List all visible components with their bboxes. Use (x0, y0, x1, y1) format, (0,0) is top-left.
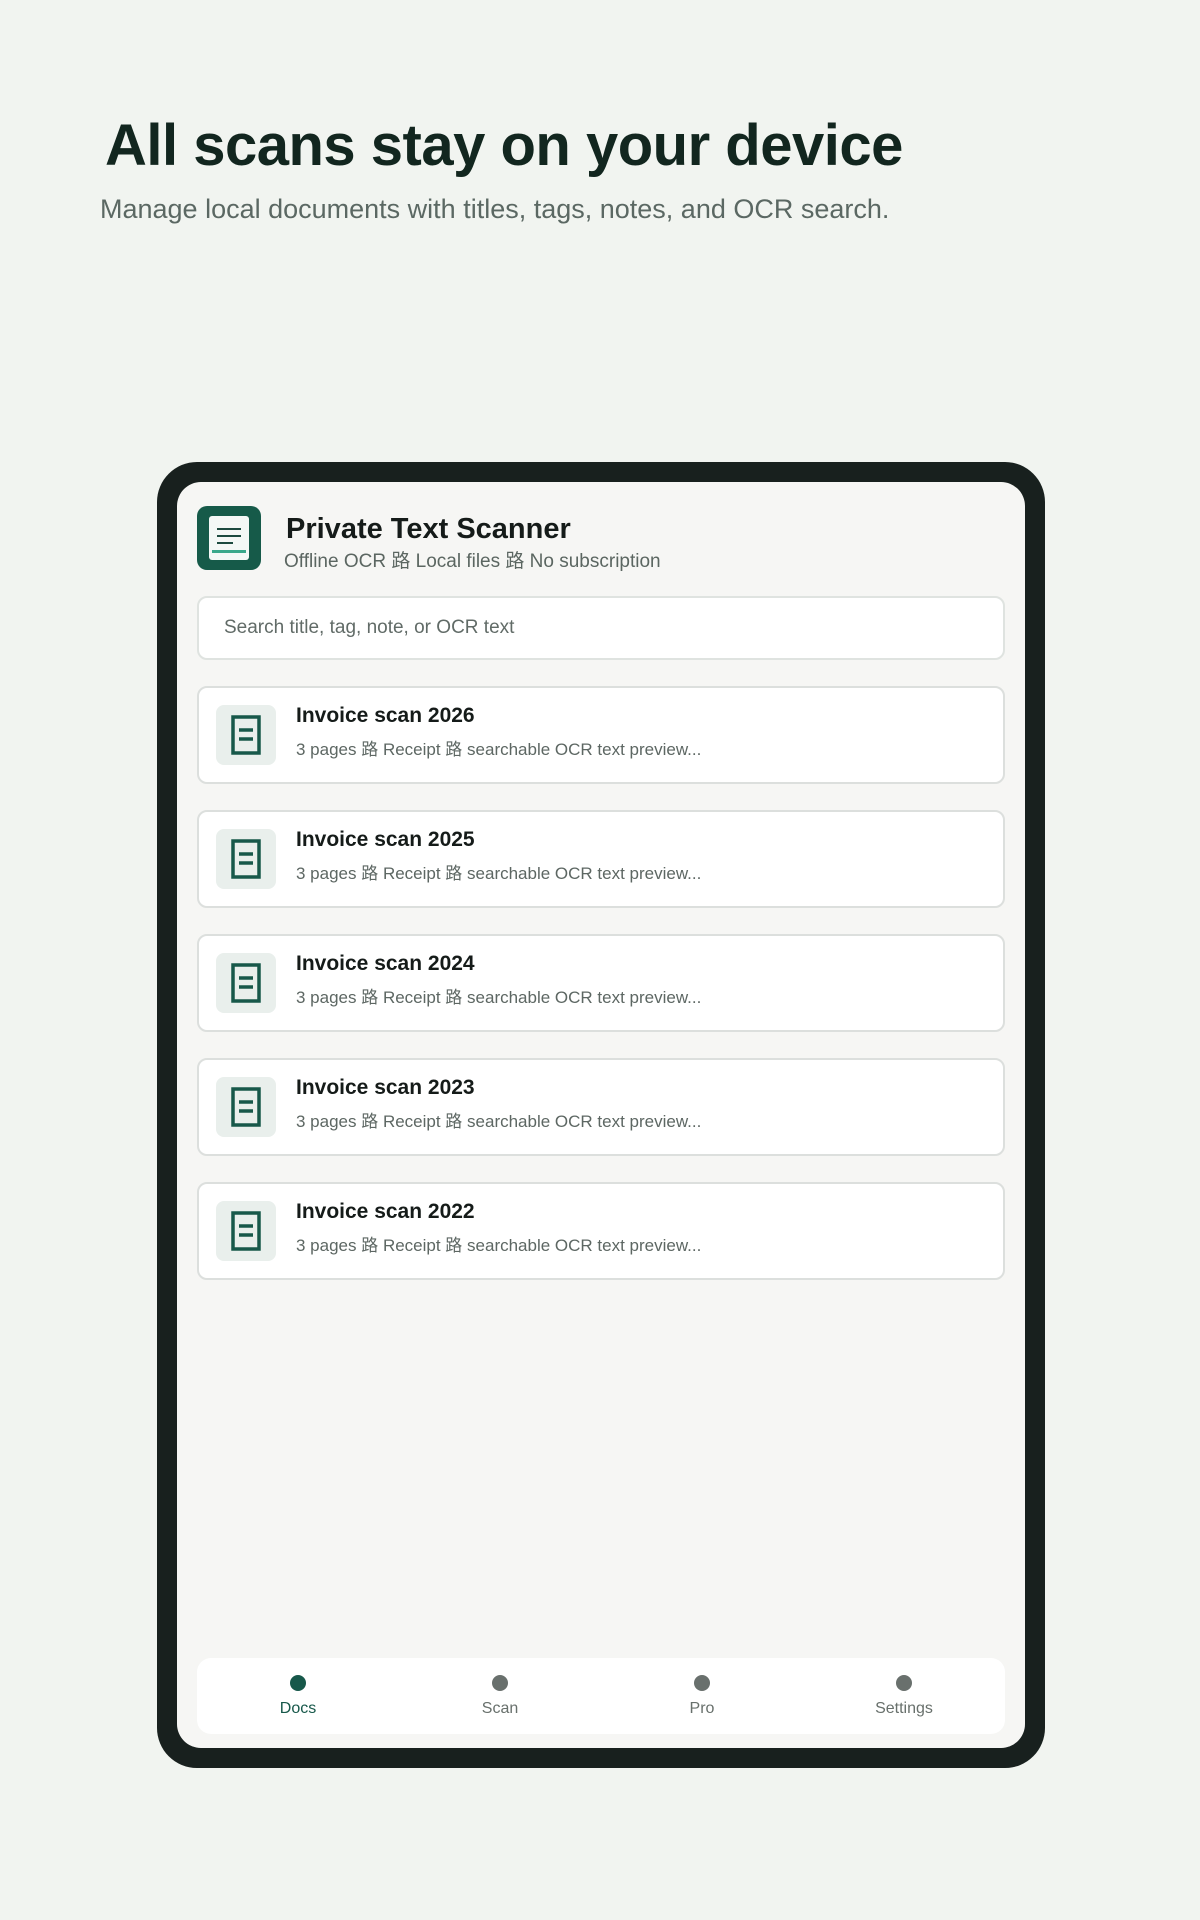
nav-label: Docs (279, 1700, 317, 1717)
dot-icon (896, 1675, 912, 1691)
nav-label: Scan (481, 1700, 519, 1717)
document-meta: 3 pages 路 Receipt 路 searchable OCR text … (296, 740, 702, 759)
document-meta: 3 pages 路 Receipt 路 searchable OCR text … (296, 1236, 702, 1255)
list-item[interactable]: Invoice scan 2024 3 pages 路 Receipt 路 se… (197, 934, 1005, 1032)
app-logo-page (209, 516, 249, 560)
search-box[interactable] (197, 596, 1005, 660)
dot-icon (694, 1675, 710, 1691)
document-title: Invoice scan 2025 (296, 828, 475, 851)
document-icon (216, 953, 276, 1013)
document-title: Invoice scan 2026 (296, 704, 475, 727)
document-meta: 3 pages 路 Receipt 路 searchable OCR text … (296, 1112, 702, 1131)
hero-subtitle: Manage local documents with titles, tags… (100, 194, 890, 224)
app-screen: Private Text Scanner Offline OCR 路 Local… (177, 482, 1025, 1748)
document-title: Invoice scan 2024 (296, 952, 475, 975)
app-title: Private Text Scanner (286, 513, 571, 545)
dot-icon (492, 1675, 508, 1691)
document-title: Invoice scan 2023 (296, 1076, 475, 1099)
nav-item-pro[interactable]: Pro (601, 1658, 803, 1734)
document-lines-icon (197, 506, 261, 570)
document-icon (216, 829, 276, 889)
promo-page: All scans stay on your device Manage loc… (0, 0, 1200, 1920)
bottom-navigation: Docs Scan Pro Settings (197, 1658, 1005, 1734)
list-item[interactable]: Invoice scan 2026 3 pages 路 Receipt 路 se… (197, 686, 1005, 784)
hero-title: All scans stay on your device (105, 113, 903, 178)
document-list: Invoice scan 2026 3 pages 路 Receipt 路 se… (197, 686, 1005, 1306)
tablet-frame: Private Text Scanner Offline OCR 路 Local… (157, 462, 1045, 1768)
nav-item-scan[interactable]: Scan (399, 1658, 601, 1734)
app-subtitle: Offline OCR 路 Local files 路 No subscript… (284, 551, 661, 572)
list-item[interactable]: Invoice scan 2022 3 pages 路 Receipt 路 se… (197, 1182, 1005, 1280)
nav-item-settings[interactable]: Settings (803, 1658, 1005, 1734)
document-icon (216, 1201, 276, 1261)
document-meta: 3 pages 路 Receipt 路 searchable OCR text … (296, 864, 702, 883)
list-item[interactable]: Invoice scan 2023 3 pages 路 Receipt 路 se… (197, 1058, 1005, 1156)
document-meta: 3 pages 路 Receipt 路 searchable OCR text … (296, 988, 702, 1007)
document-title: Invoice scan 2022 (296, 1200, 475, 1223)
list-item[interactable]: Invoice scan 2025 3 pages 路 Receipt 路 se… (197, 810, 1005, 908)
nav-label: Settings (875, 1700, 933, 1717)
nav-item-docs[interactable]: Docs (197, 1658, 399, 1734)
document-icon (216, 705, 276, 765)
document-icon (216, 1077, 276, 1137)
nav-label: Pro (689, 1700, 715, 1717)
dot-icon (290, 1675, 306, 1691)
app-header: Private Text Scanner Offline OCR 路 Local… (197, 506, 1005, 572)
search-input[interactable] (199, 598, 1003, 658)
